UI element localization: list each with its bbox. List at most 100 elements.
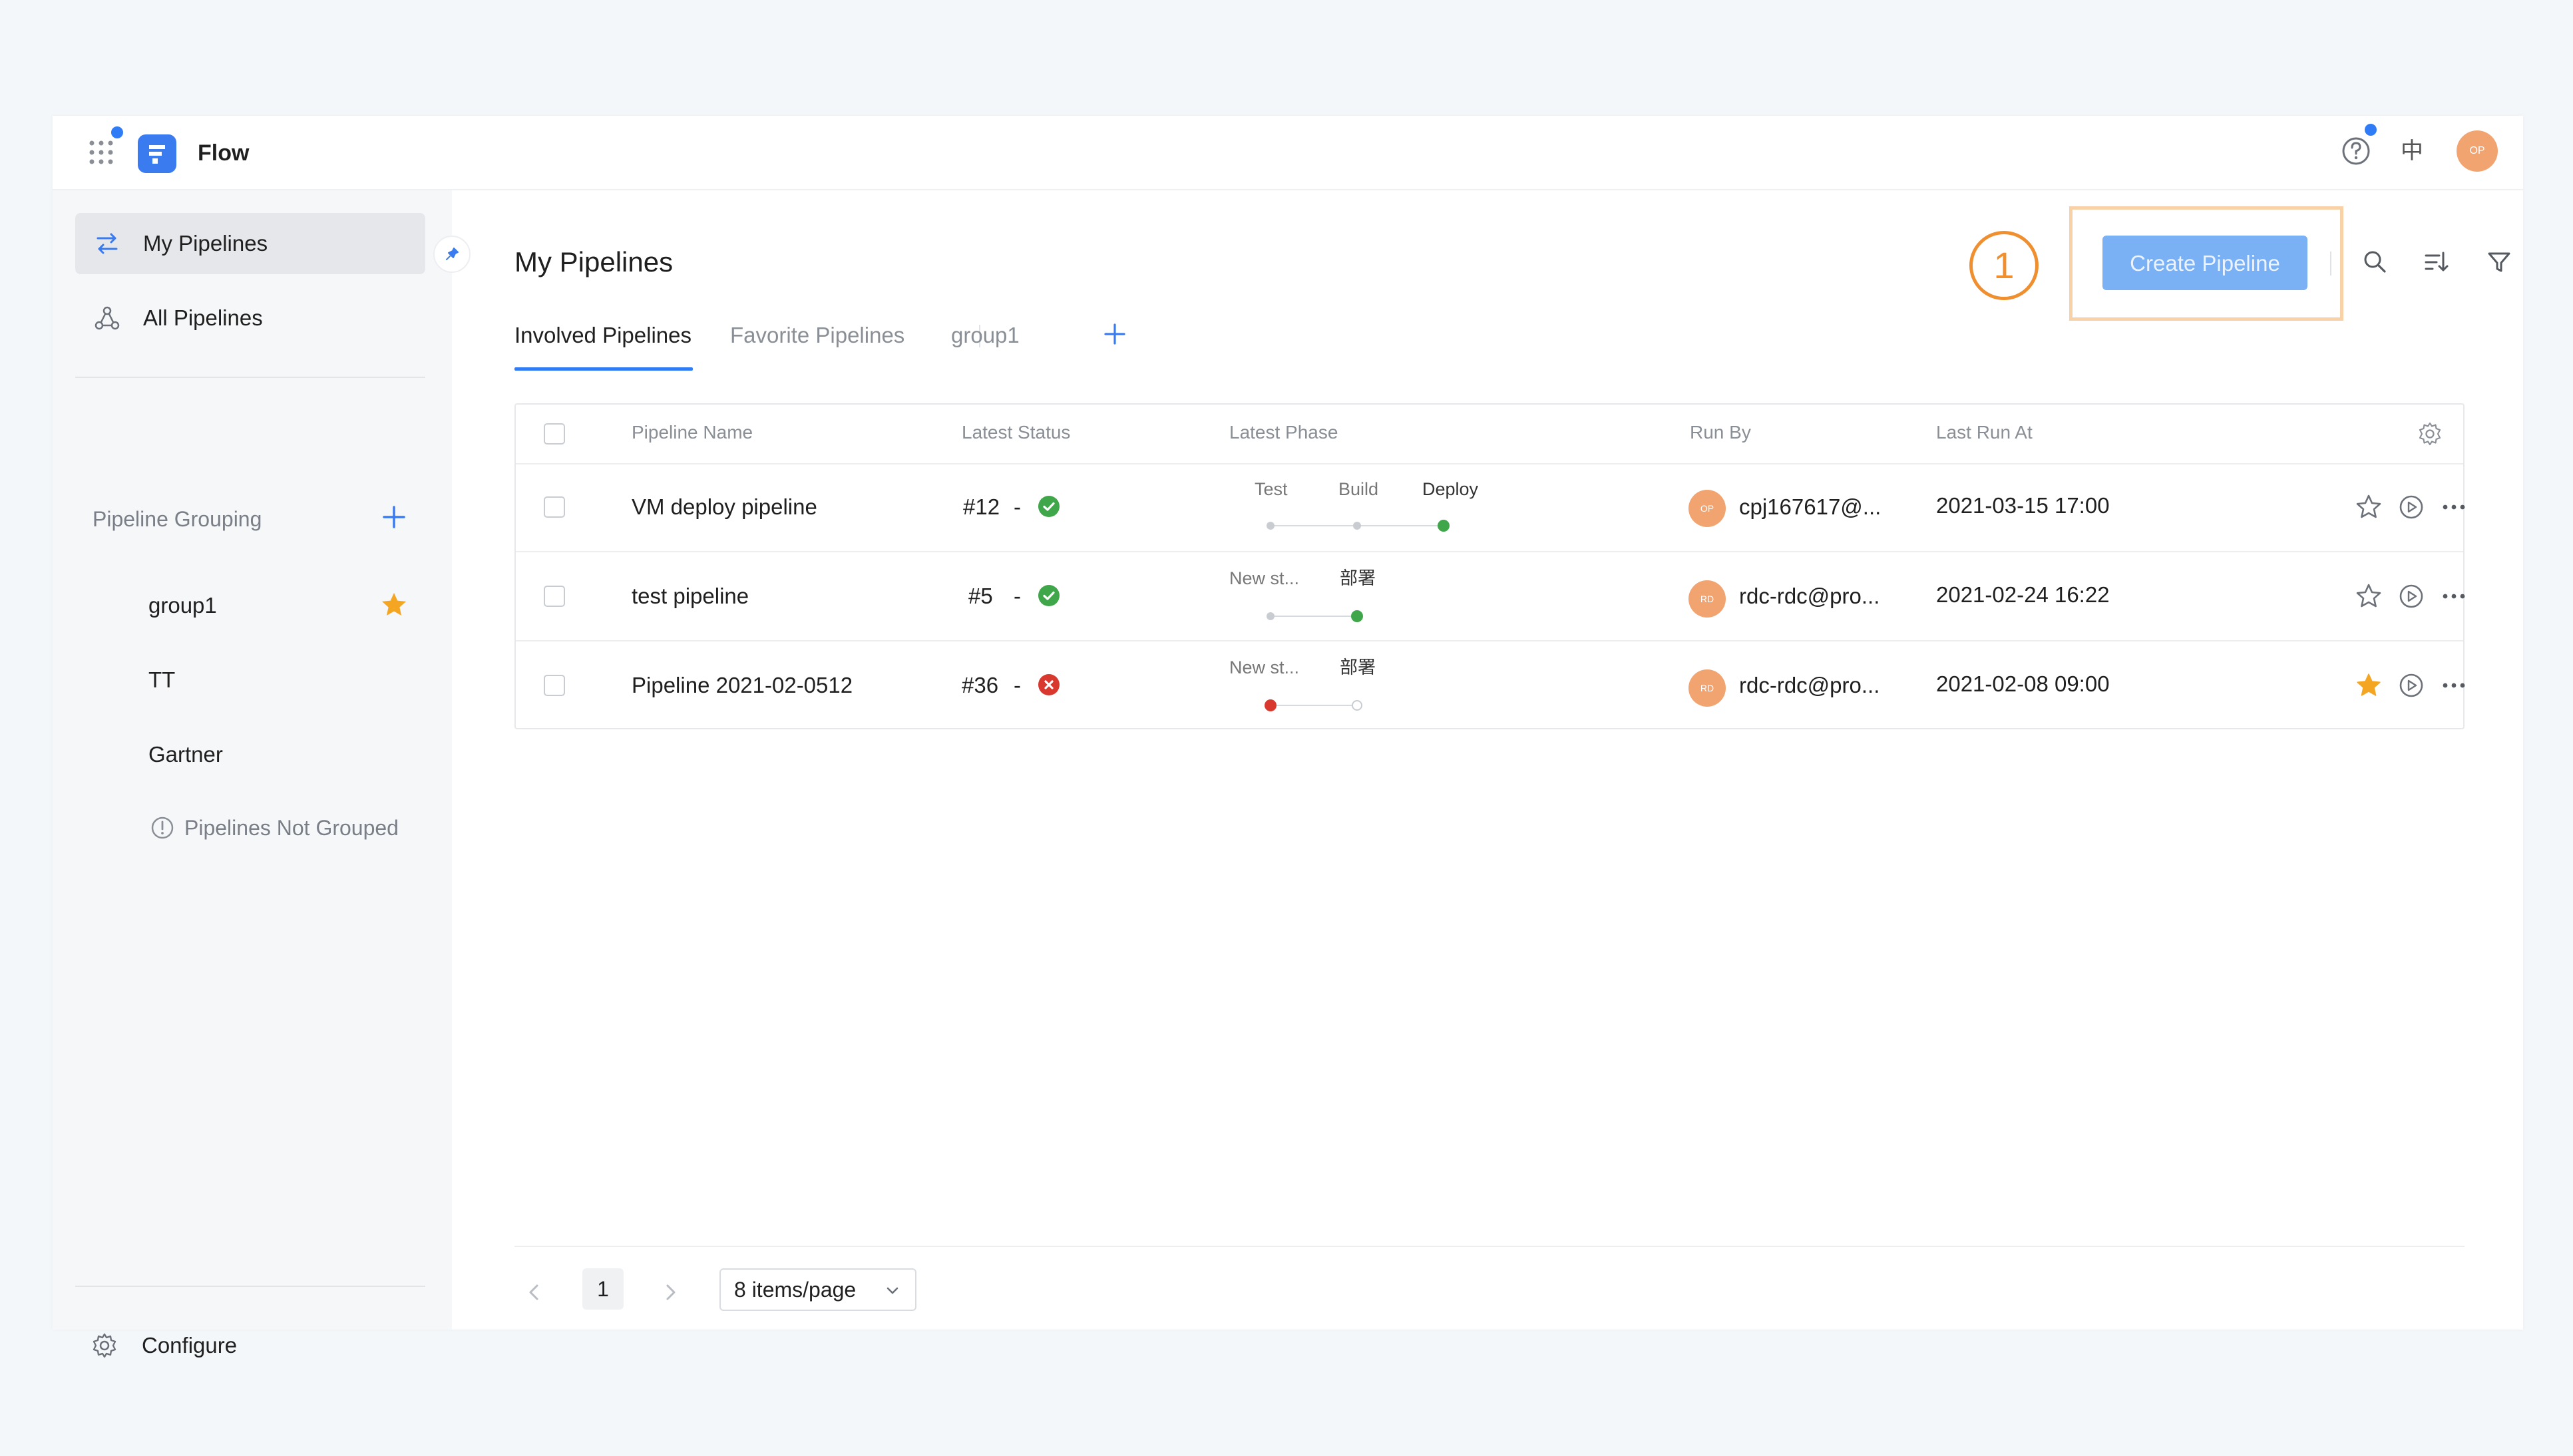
active-tab-indicator [514,367,693,371]
swap-icon [97,233,118,254]
phase-dot-new-stage[interactable] [1267,612,1275,620]
page-size-select[interactable]: 8 items/page [719,1268,916,1311]
phase-track [1271,705,1354,706]
tab-involved-pipelines[interactable]: Involved Pipelines [514,322,692,349]
sidebar-item-my-pipelines[interactable]: My Pipelines [75,213,425,274]
tab-group1[interactable]: group1 [951,322,1020,349]
pipeline-name-link[interactable]: VM deploy pipeline [632,494,817,520]
phase-label: Build [1338,479,1379,499]
pipeline-name-link[interactable]: test pipeline [632,583,749,610]
column-header-name[interactable]: Pipeline Name [632,419,753,446]
gear-icon [93,1333,116,1358]
flow-logo-icon [149,145,165,164]
not-grouped-label: Pipelines Not Grouped [184,816,399,840]
tab-favorite-pipelines[interactable]: Favorite Pipelines [730,322,904,349]
more-icon[interactable] [2439,582,2469,611]
sidebar-item-not-grouped[interactable]: Pipelines Not Grouped [150,815,399,841]
more-icon[interactable] [2439,492,2469,522]
add-tab-icon[interactable] [1100,319,1129,349]
avatar: RD [1688,669,1726,707]
last-run-time: 2021-02-24 16:22 [1936,582,2110,607]
last-run-time: 2021-03-15 17:00 [1936,493,2110,518]
help-icon[interactable] [2339,134,2373,168]
run-by-user: rdc-rdc@pro... [1739,673,1880,697]
create-pipeline-button[interactable]: Create Pipeline [2102,236,2307,290]
sidebar-group-group1[interactable]: group1 [148,592,217,619]
phase-label: 部署 [1340,657,1376,677]
sidebar-item-label: My Pipelines [143,231,268,256]
row-checkbox[interactable] [544,675,565,696]
pin-sidebar-button[interactable] [433,236,471,273]
avatar: OP [1688,490,1726,527]
chevron-right-icon[interactable] [654,1276,686,1308]
page-title: My Pipelines [514,246,674,277]
user-avatar[interactable]: OP [2457,130,2498,172]
run-number[interactable]: #36 [962,672,998,699]
status-separator: - [1014,673,1021,697]
star-outline-icon[interactable] [2354,492,2383,522]
success-icon [1038,496,1060,517]
run-icon[interactable] [2397,492,2426,522]
column-header-phase[interactable]: Latest Phase [1229,419,1338,446]
sidebar-group-tt[interactable]: TT [148,667,175,693]
pipeline-name-link[interactable]: Pipeline 2021-02-0512 [632,672,853,699]
column-header-status[interactable]: Latest Status [962,419,1070,446]
run-icon[interactable] [2397,582,2426,611]
star-outline-icon[interactable] [2354,582,2383,611]
sidebar: My Pipelines All Pipelines Pipeline Grou… [53,190,452,1358]
select-all-checkbox[interactable] [544,423,565,445]
configure-label: Configure [142,1333,238,1358]
row-checkbox[interactable] [544,496,565,518]
phase-dot-test[interactable] [1267,522,1275,530]
top-bar: Flow 中 OP [53,116,2523,190]
star-filled-icon[interactable] [380,591,408,619]
status-separator: - [1014,584,1021,608]
info-icon [151,817,174,839]
more-icon[interactable] [2439,671,2469,700]
add-group-icon[interactable] [377,500,411,534]
nodes-icon [95,306,120,330]
column-header-last-run[interactable]: Last Run At [1936,419,2033,446]
run-number[interactable]: #5 [968,583,993,610]
pin-icon [446,248,459,260]
star-filled-icon[interactable] [2354,671,2383,700]
filter-icon[interactable] [2483,246,2515,278]
toolbar-separator [2330,252,2331,275]
sidebar-group-gartner[interactable]: Gartner [148,741,223,768]
table-row[interactable]: Pipeline 2021-02-0512 #36 - New st... 部署… [516,641,2465,729]
phase-label: New st... [1229,657,1300,677]
status-separator: - [1014,494,1021,519]
notification-dot [111,126,123,138]
sidebar-item-all-pipelines[interactable]: All Pipelines [75,287,425,349]
row-checkbox[interactable] [544,586,565,607]
column-settings-icon[interactable] [2415,419,2445,449]
success-icon [1038,585,1060,606]
app-grid-icon[interactable] [86,137,116,168]
language-switch[interactable]: 中 [2401,136,2423,166]
chevron-down-icon [887,1287,898,1294]
sort-icon[interactable] [2421,246,2453,278]
table-row[interactable]: test pipeline #5 - New st... 部署 RD rdc-r… [516,552,2465,641]
pipelines-table: Pipeline Name Latest Status Latest Phase… [514,403,2465,729]
phase-dot-deploy[interactable] [1438,520,1450,532]
phase-label: New st... [1229,568,1300,588]
run-number[interactable]: #12 [963,494,1000,520]
page-size-label: 8 items/page [734,1278,857,1302]
phase-dot-new-stage[interactable] [1265,699,1277,711]
table-row[interactable]: VM deploy pipeline #12 - Test Build Depl… [516,463,2465,552]
phase-dot-deploy[interactable] [1351,610,1363,622]
pagination-divider [514,1246,2465,1247]
phase-label: Test [1255,479,1288,499]
app-window: Flow 中 OP My Pipelines All Pipelines Pip… [53,116,2523,1358]
chevron-left-icon[interactable] [518,1276,550,1308]
step-marker: 1 [1969,231,2039,300]
run-icon[interactable] [2397,671,2426,700]
page-number-button[interactable]: 1 [582,1268,624,1310]
run-by-user: cpj167617@... [1739,494,1881,519]
column-header-run-by[interactable]: Run By [1690,419,1751,446]
phase-dot-build[interactable] [1353,522,1361,530]
configure-button[interactable]: Configure [90,1331,237,1360]
search-icon[interactable] [2359,246,2391,278]
phase-dot-deploy[interactable] [1352,700,1362,711]
pipeline-grouping-title: Pipeline Grouping [93,507,262,531]
